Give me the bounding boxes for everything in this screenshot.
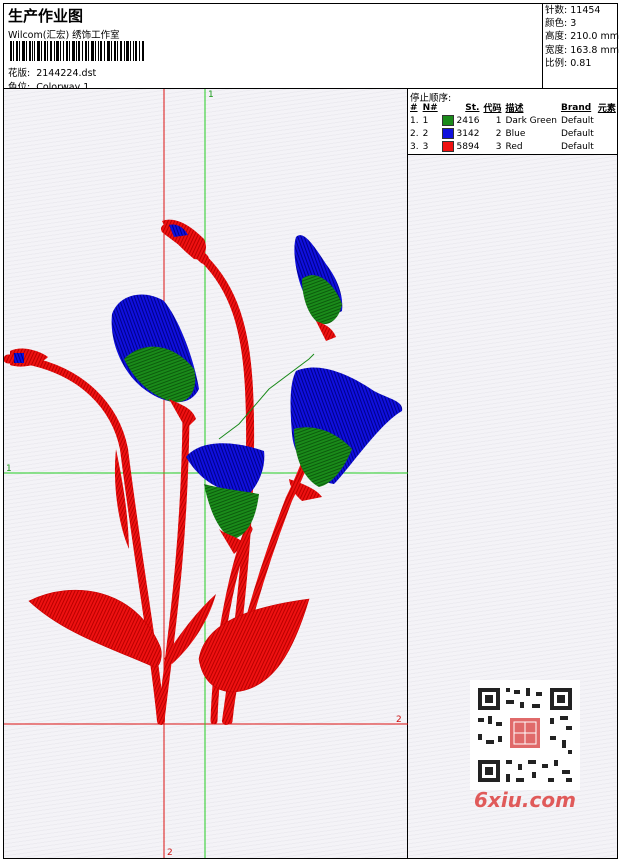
- design-canvas[interactable]: 1 1 2 2: [4, 89, 408, 858]
- flower-center: [186, 443, 265, 554]
- table-header-row: # N# St. 代码 描述 Brand 元素: [408, 101, 618, 115]
- stat-stitches: 针数: 11454: [545, 5, 601, 16]
- embroidery-design: 1 1 2 2: [4, 89, 408, 858]
- color-swatch-red: [441, 141, 454, 152]
- qr-code-image: [470, 680, 580, 790]
- stats-box: 针数: 11454 颜色: 3 高度: 210.0 mm 宽度: 163.8 m…: [542, 4, 619, 88]
- green-guide-top-label: 1: [208, 90, 214, 100]
- page-title: 生产作业图: [8, 7, 84, 25]
- design-file-line: 花版: 2144224.dst: [8, 65, 96, 79]
- col-stitches: St.: [465, 102, 480, 113]
- watermark-text: 6xiu.com: [474, 788, 576, 812]
- stat-height: 高度: 210.0 mm: [545, 31, 619, 43]
- design-label: 花版:: [8, 68, 31, 79]
- color-swatch-blue: [441, 128, 454, 139]
- col-element: 元素: [597, 104, 616, 114]
- table-row[interactable]: 3. 3 5894 3 Red Default: [408, 140, 618, 153]
- stat-scale: 比例: 0.81: [545, 57, 592, 69]
- col-needle: N#: [422, 102, 438, 113]
- leaf-right: [198, 598, 310, 693]
- color-swatch-green: [441, 115, 454, 126]
- table-row[interactable]: 1. 1 2416 1 Dark Green Default: [408, 114, 618, 127]
- red-guide-right-label: 2: [396, 715, 402, 725]
- col-brand: Brand: [560, 102, 592, 113]
- flower-right: [289, 367, 403, 501]
- col-code: 代码: [483, 104, 502, 114]
- stat-width: 宽度: 163.8 mm: [545, 44, 619, 56]
- green-guide-left-label: 1: [6, 464, 12, 474]
- col-index: #: [410, 102, 418, 113]
- col-description: 描述: [505, 104, 524, 114]
- barcode-image: [10, 41, 144, 61]
- company-name: Wilcom(汇宏) 绣饰工作室: [8, 30, 120, 41]
- header: 生产作业图 Wilcom(汇宏) 绣饰工作室 花版:2144224.dst 色位…: [4, 4, 542, 93]
- design-file-value: 2144224.dst: [36, 68, 97, 79]
- stop-sequence-table: # N# St. 代码 描述 Brand 元素 1. 1 2416 1 Dark…: [408, 101, 618, 153]
- stop-sequence-header: 停止顺序: # N# St. 代码 描述 Brand 元素 1. 1 2416: [408, 89, 617, 155]
- red-guide-bottom-label: 2: [167, 848, 173, 858]
- bud-top: [162, 219, 206, 260]
- table-row[interactable]: 2. 2 3142 2 Blue Default: [408, 127, 618, 140]
- flower-bud-top-right: [294, 235, 343, 341]
- stat-colors: 颜色: 3: [545, 18, 577, 30]
- flower-bud-left: [111, 294, 199, 429]
